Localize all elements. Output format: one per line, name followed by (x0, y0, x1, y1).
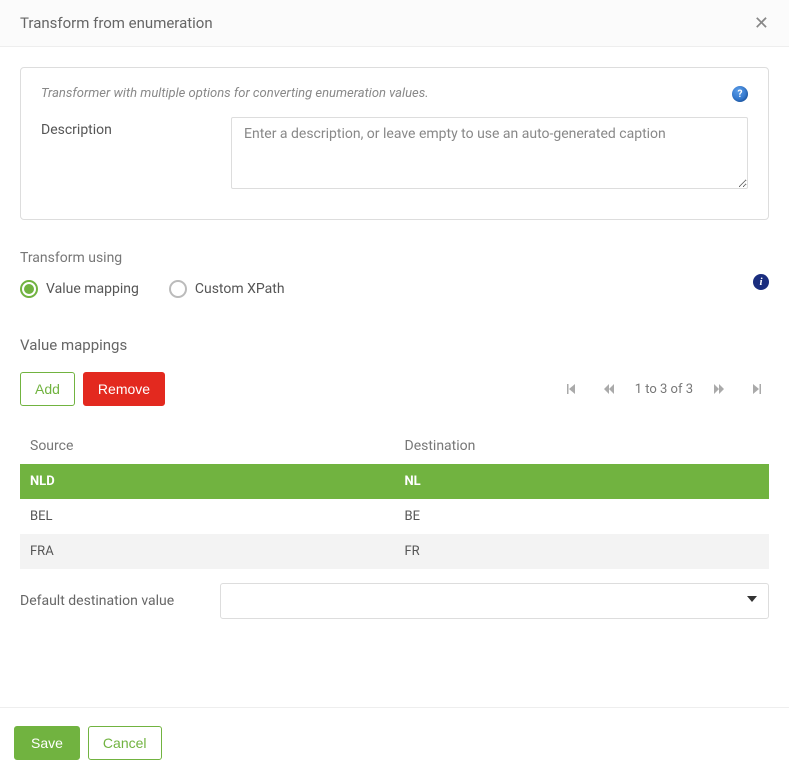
col-destination: Destination (395, 428, 770, 464)
help-icon[interactable]: ? (732, 86, 748, 102)
radio-icon-checked (20, 280, 38, 298)
dialog-content: ? Transformer with multiple options for … (0, 47, 789, 639)
page-first-button[interactable] (559, 383, 583, 395)
cell-source: FRA (20, 534, 395, 569)
info-icon[interactable]: i (753, 274, 769, 290)
page-prev-button[interactable] (597, 383, 621, 395)
description-textarea[interactable] (231, 117, 748, 189)
page-first-icon (565, 383, 577, 395)
col-source: Source (20, 428, 395, 464)
page-last-button[interactable] (745, 383, 769, 395)
page-last-icon (751, 383, 763, 395)
cell-source: BEL (20, 499, 395, 534)
radio-label-value-mapping: Value mapping (46, 281, 139, 297)
close-button[interactable]: ✕ (754, 14, 769, 32)
table-row[interactable]: BEL BE (20, 499, 769, 534)
description-row: Description (41, 117, 748, 189)
description-hint: Transformer with multiple options for co… (41, 86, 748, 101)
radio-custom-xpath[interactable]: Custom XPath (169, 280, 285, 298)
description-panel: ? Transformer with multiple options for … (20, 67, 769, 220)
transform-using-label: Transform using (20, 250, 769, 266)
dialog-footer: Save Cancel (0, 707, 789, 778)
page-next-icon (713, 383, 725, 395)
remove-button[interactable]: Remove (83, 372, 165, 406)
pagination: 1 to 3 of 3 (559, 382, 769, 397)
default-destination-row: Default destination value (20, 583, 769, 619)
table-row[interactable]: NLD NL (20, 464, 769, 499)
dialog-title: Transform from enumeration (20, 14, 213, 32)
page-prev-icon (603, 383, 615, 395)
radio-label-custom-xpath: Custom XPath (195, 281, 285, 297)
transform-using-options: Value mapping Custom XPath i (20, 280, 769, 298)
mappings-toolbar: Add Remove 1 to 3 of 3 (20, 372, 769, 406)
default-destination-select[interactable] (220, 583, 769, 619)
mappings-table: Source Destination NLD NL BEL BE FRA FR (20, 428, 769, 569)
add-button[interactable]: Add (20, 372, 75, 406)
radio-icon-unchecked (169, 280, 187, 298)
pagination-text: 1 to 3 of 3 (635, 382, 693, 397)
default-destination-select-wrapper (220, 583, 769, 619)
cell-destination: FR (395, 534, 770, 569)
cell-destination: BE (395, 499, 770, 534)
default-destination-label: Default destination value (20, 593, 220, 609)
value-mappings-title: Value mappings (20, 336, 769, 354)
cancel-button[interactable]: Cancel (88, 726, 162, 760)
page-next-button[interactable] (707, 383, 731, 395)
mappings-buttons: Add Remove (20, 372, 165, 406)
cell-source: NLD (20, 464, 395, 499)
dialog-header: Transform from enumeration ✕ (0, 0, 789, 47)
cell-destination: NL (395, 464, 770, 499)
radio-value-mapping[interactable]: Value mapping (20, 280, 139, 298)
table-row[interactable]: FRA FR (20, 534, 769, 569)
description-label: Description (41, 117, 231, 138)
save-button[interactable]: Save (14, 726, 80, 760)
table-header-row: Source Destination (20, 428, 769, 464)
